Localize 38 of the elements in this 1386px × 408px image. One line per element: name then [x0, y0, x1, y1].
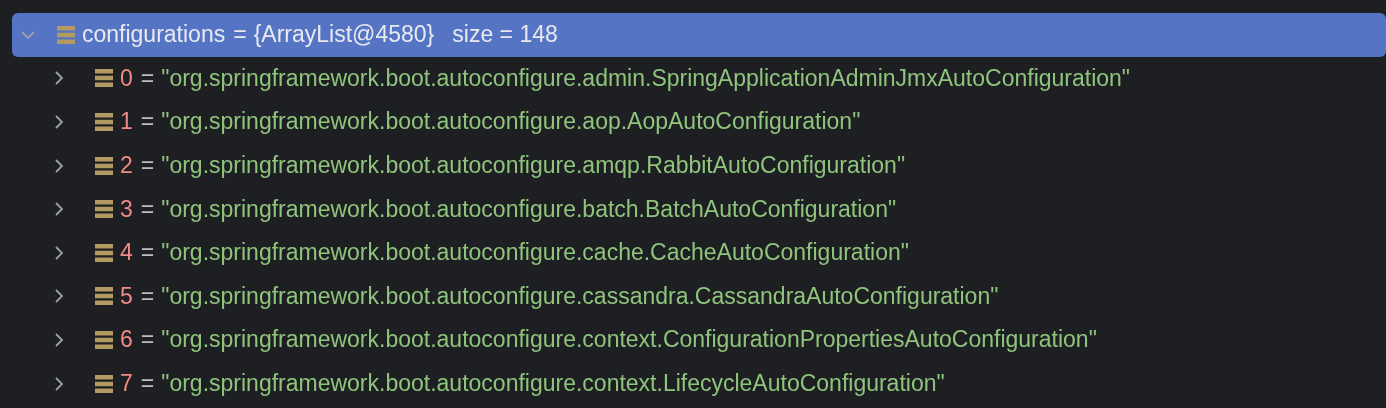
value-text: {ArrayList@4580}: [253, 21, 435, 49]
index-label: 3: [120, 195, 133, 223]
value-text: "org.springframework.boot.autoconfigure.aop.AopAutoConfiguration": [161, 108, 861, 136]
equals-sign: =: [140, 282, 155, 310]
size-text: size = 148: [452, 21, 558, 49]
selected-row[interactable]: configurations = {ArrayList@4580} size = 148: [12, 13, 1386, 57]
equals-sign: =: [140, 326, 155, 354]
equals-sign: =: [140, 64, 155, 92]
list-icon: [94, 155, 114, 176]
index-label: 4: [120, 239, 133, 267]
index-label: 6: [120, 326, 133, 354]
list-icon: [56, 24, 76, 45]
list-icon: [94, 329, 114, 350]
equals-sign: =: [140, 195, 155, 223]
equals-sign: =: [140, 108, 155, 136]
list-icon: [94, 242, 114, 263]
list-icon: [94, 68, 114, 89]
index-label: 5: [120, 282, 133, 310]
value-text: "org.springframework.boot.autoconfigure.admin.SpringApplicationAdminJmxAutoConfiguration": [161, 64, 1131, 92]
value-text: "org.springframework.boot.autoconfigure.context.ConfigurationPropertiesAutoConfiguration": [161, 326, 1097, 354]
equals-sign: =: [140, 152, 155, 180]
value-text: "org.springframework.boot.autoconfigure.context.LifecycleAutoConfiguration": [161, 370, 945, 398]
index-label: 2: [120, 152, 133, 180]
value-text: "org.springframework.boot.autoconfigure.cassandra.CassandraAutoConfiguration": [161, 282, 999, 310]
list-icon: [94, 199, 114, 220]
index-label: 1: [120, 108, 133, 136]
value-text: "org.springframework.boot.autoconfigure.cache.CacheAutoConfiguration": [161, 239, 909, 267]
index-label: 7: [120, 370, 133, 398]
list-icon: [94, 112, 114, 132]
list-icon: [94, 286, 114, 307]
equals-sign: =: [233, 21, 247, 49]
equals-sign: =: [140, 239, 155, 267]
index-label: 0: [120, 64, 133, 92]
equals-sign: =: [140, 370, 155, 398]
list-icon: [94, 373, 114, 394]
variable-name: configurations: [82, 21, 226, 49]
value-text: "org.springframework.boot.autoconfigure.amqp.RabbitAutoConfiguration": [161, 152, 906, 180]
value-text: "org.springframework.boot.autoconfigure.batch.BatchAutoConfiguration": [161, 195, 897, 223]
